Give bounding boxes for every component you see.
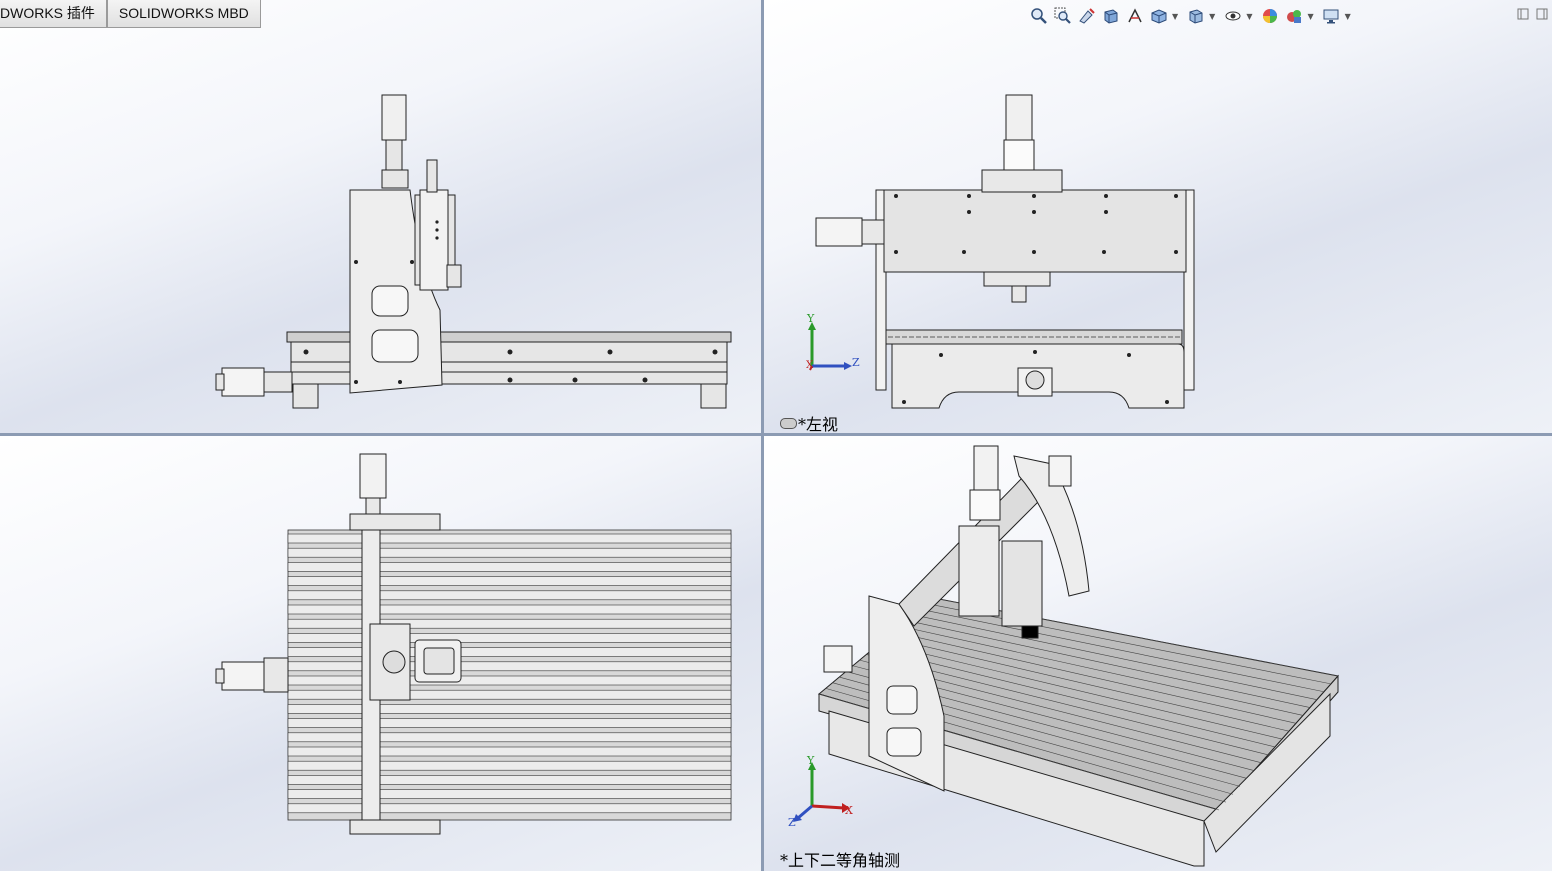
zoom-to-fit-icon[interactable]: [1028, 6, 1049, 27]
zoom-area-icon[interactable]: [1052, 6, 1073, 27]
view-orientation-icon[interactable]: [1148, 6, 1169, 27]
left-view-model: [808, 94, 1195, 409]
isometric-view-model: [793, 445, 1339, 867]
heads-up-view-toolbar: ▼ ▼ ▼ ▼ ▼: [1028, 4, 1355, 28]
triad-y-label: Y: [807, 312, 815, 325]
previous-view-icon[interactable]: [1076, 6, 1097, 27]
apply-scene-icon[interactable]: [1283, 6, 1304, 27]
dynamic-annotation-icon[interactable]: [1124, 6, 1145, 27]
triad-x-label: X: [845, 804, 853, 817]
view-label-isometric: *上下二等角轴测: [780, 851, 901, 870]
section-view-icon[interactable]: [1100, 6, 1121, 27]
hide-show-items-icon[interactable]: [1222, 6, 1243, 27]
view-label-left: *左视: [798, 415, 839, 433]
triad-x-label: X: [806, 360, 814, 371]
top-view-model: [215, 453, 732, 835]
viewport-front[interactable]: [0, 0, 761, 433]
edit-appearance-icon[interactable]: [1259, 6, 1280, 27]
tab-dworks-addins[interactable]: DWORKS 插件: [0, 0, 107, 28]
link-view-icon[interactable]: [780, 418, 797, 429]
coordinate-triad: [793, 762, 850, 822]
close-icon[interactable]: [1535, 6, 1549, 20]
coordinate-triad: [808, 322, 852, 371]
front-view-model: [215, 94, 732, 409]
display-style-dropdown[interactable]: ▼: [1209, 12, 1215, 21]
view-settings-dropdown[interactable]: ▼: [1345, 12, 1351, 21]
command-manager-tabs: DWORKS 插件 SOLIDWORKS MBD: [0, 0, 261, 28]
hide-show-dropdown[interactable]: ▼: [1246, 12, 1252, 21]
viewport-left[interactable]: Y Z X *左视: [764, 0, 1552, 433]
restore-icon[interactable]: [1516, 6, 1530, 20]
view-settings-icon[interactable]: [1321, 6, 1342, 27]
viewport-top[interactable]: [0, 436, 761, 871]
tab-solidworks-mbd[interactable]: SOLIDWORKS MBD: [106, 0, 261, 28]
triad-z-label: Z: [788, 816, 796, 829]
triad-y-label: Y: [807, 754, 815, 767]
triad-z-label: Z: [852, 356, 860, 369]
view-orientation-dropdown[interactable]: ▼: [1172, 12, 1178, 21]
viewport-splitter-horizontal[interactable]: [0, 433, 1552, 436]
display-style-icon[interactable]: [1185, 6, 1206, 27]
viewport-isometric[interactable]: Y X Z *上下二等角轴测: [764, 436, 1552, 871]
apply-scene-dropdown[interactable]: ▼: [1307, 12, 1313, 21]
